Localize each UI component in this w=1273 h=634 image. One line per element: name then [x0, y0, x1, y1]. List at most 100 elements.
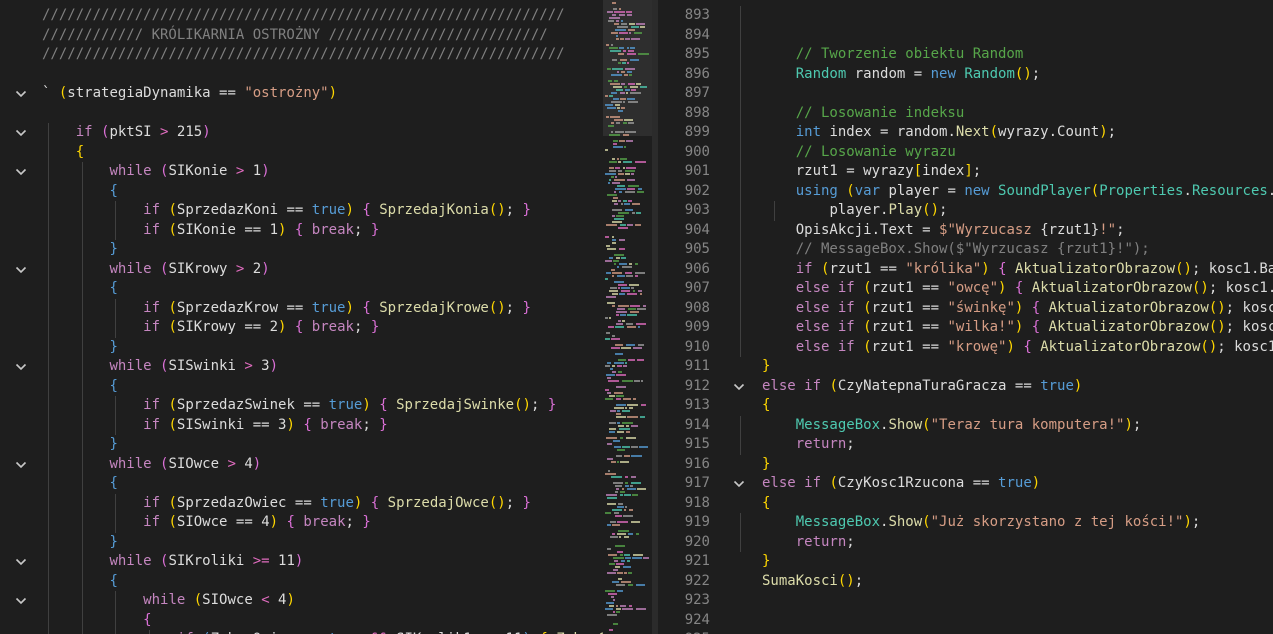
code-line[interactable]: 915 return;	[658, 435, 1273, 455]
minimap-line	[613, 197, 618, 199]
left-editor-pane[interactable]: ////////////////////////////////////////…	[0, 0, 603, 634]
code-line[interactable]: 921}	[658, 552, 1273, 572]
code-line[interactable]: 909 else if (rzut1 == "wilka!") { Aktuali…	[658, 318, 1273, 338]
code-line[interactable]: 923	[658, 591, 1273, 611]
code-line[interactable]: ////////////////////////////////////////…	[0, 6, 603, 26]
code-line[interactable]: while (SIOwce > 4)	[0, 455, 603, 475]
minimap-line	[618, 53, 624, 55]
code-line[interactable]: 912 else if (CzyNatepnaTuraGracza == true…	[658, 377, 1273, 397]
code-line[interactable]: if (SprzedazSwinek == true) { SprzedajSw…	[0, 396, 603, 416]
code-line[interactable]: while (SIKrowy > 2)	[0, 260, 603, 280]
code-token: ;	[1031, 65, 1041, 82]
code-line[interactable]: 910 else if (rzut1 == "krowę") { Aktualiz…	[658, 338, 1273, 358]
code-line[interactable]: ` (strategiaDynamika == "ostrożny")	[0, 84, 603, 104]
code-line[interactable]: 918 {	[658, 494, 1273, 514]
code-line[interactable]: 902 using (var player = new SoundPlayer(P…	[658, 182, 1273, 202]
right-editor-pane[interactable]: 893 894 895 // Tworzenie obiektu Random 896 R…	[658, 0, 1273, 634]
code-line[interactable]: {	[0, 377, 603, 397]
minimap-line	[618, 110, 623, 112]
code-line[interactable]: 908 else if (rzut1 == "świnkę") { Aktuali…	[658, 299, 1273, 319]
code-line[interactable]: //////////// KRÓLIKARNIA OSTROŻNY //////…	[0, 26, 603, 46]
code-line[interactable]: {	[0, 572, 603, 592]
code-line[interactable]: 917 else if (CzyKosc1Rzucona == true)	[658, 474, 1273, 494]
chevron-down-icon[interactable]	[14, 165, 28, 179]
code-line[interactable]	[0, 65, 603, 85]
code-line[interactable]: 914 MessageBox.Show("Teraz tura komputera…	[658, 416, 1273, 436]
code-line[interactable]: while (SIOwce < 4)	[0, 591, 603, 611]
code-line[interactable]: {	[0, 182, 603, 202]
code-line[interactable]: if (SIKonie == 1) { break; }	[0, 221, 603, 241]
code-line[interactable]: }	[0, 435, 603, 455]
minimap-line	[638, 188, 642, 190]
code-line[interactable]: if (pktSI > 215)	[0, 123, 603, 143]
code-text: {	[42, 279, 117, 299]
code-line[interactable]: if (ZakupOwiec == true && SIKrolik1 >= 1…	[0, 630, 603, 634]
code-token: {rzut1}	[1040, 221, 1100, 238]
code-line[interactable]: 911}	[658, 357, 1273, 377]
code-line[interactable]: }	[0, 240, 603, 260]
code-line[interactable]: 922 SumaKosci();	[658, 572, 1273, 592]
code-line[interactable]: 906 if (rzut1 == "królika") { Aktualizato…	[658, 260, 1273, 280]
code-line[interactable]: 919 MessageBox.Show("Już skorzystano z te…	[658, 513, 1273, 533]
minimap-line	[628, 101, 638, 103]
code-token: }	[109, 338, 118, 355]
code-line[interactable]: 925	[658, 630, 1273, 634]
code-line[interactable]: 920 return;	[658, 533, 1273, 553]
chevron-down-icon[interactable]	[732, 477, 746, 491]
minimap-line	[611, 338, 620, 340]
code-token: index	[922, 163, 965, 179]
chevron-down-icon[interactable]	[14, 126, 28, 140]
code-line[interactable]: 898 // Losowanie indeksu	[658, 104, 1273, 124]
chevron-down-icon[interactable]	[14, 594, 28, 608]
code-line[interactable]: {	[0, 143, 603, 163]
chevron-down-icon[interactable]	[14, 360, 28, 374]
code-line[interactable]: {	[0, 279, 603, 299]
chevron-down-icon[interactable]	[14, 263, 28, 277]
indent-guide	[48, 435, 49, 455]
code-token: >	[227, 455, 236, 472]
code-line[interactable]	[0, 104, 603, 124]
code-line[interactable]: {	[0, 474, 603, 494]
chevron-down-icon[interactable]	[14, 555, 28, 569]
code-token: SISwinki	[168, 358, 245, 374]
code-line[interactable]: if (SIOwce == 4) { break; }	[0, 513, 603, 533]
code-line[interactable]: if (SprzedazKrow == true) { SprzedajKrow…	[0, 299, 603, 319]
chevron-down-icon[interactable]	[14, 87, 28, 101]
code-line[interactable]: 894	[658, 26, 1273, 46]
code-line[interactable]: while (SISwinki > 3)	[0, 357, 603, 377]
code-line[interactable]: 916}	[658, 455, 1273, 475]
code-token: ==	[922, 319, 948, 335]
code-line[interactable]: {	[0, 611, 603, 631]
minimap-line	[605, 104, 613, 106]
code-line[interactable]: 896 Random random = new Random();	[658, 65, 1273, 85]
code-line[interactable]: if (SIKrowy == 2) { break; }	[0, 318, 603, 338]
code-line[interactable]: if (SprzedazOwiec == true) { SprzedajOwc…	[0, 494, 603, 514]
code-line[interactable]: 901 rzut1 = wyrazy[index];	[658, 162, 1273, 182]
code-line[interactable]: 899 int index = random.Next(wyrazy.Count)…	[658, 123, 1273, 143]
minimap-line	[615, 29, 626, 31]
code-line[interactable]: 900 // Losowanie wyrazu	[658, 143, 1273, 163]
code-line[interactable]: 913 {	[658, 396, 1273, 416]
code-token: ()	[922, 202, 940, 218]
chevron-down-icon[interactable]	[732, 380, 746, 394]
code-line[interactable]: 924	[658, 611, 1273, 631]
minimap-line	[613, 569, 618, 571]
code-line[interactable]: ////////////////////////////////////////…	[0, 45, 603, 65]
code-line[interactable]: 897	[658, 84, 1273, 104]
code-line[interactable]: if (SprzedazKoni == true) { SprzedajKoni…	[0, 201, 603, 221]
code-line[interactable]: }	[0, 533, 603, 553]
code-line[interactable]: 903 player.Play();	[658, 201, 1273, 221]
minimap[interactable]	[603, 0, 652, 634]
code-line[interactable]: 895 // Tworzenie obiektu Random	[658, 45, 1273, 65]
line-number: 903	[684, 202, 710, 218]
code-line[interactable]: while (SIKroliki >= 11)	[0, 552, 603, 572]
code-line[interactable]: if (SISwinki == 3) { break; }	[0, 416, 603, 436]
code-line[interactable]: 905 // MessageBox.Show($"Wyrzucasz {rzut1…	[658, 240, 1273, 260]
chevron-down-icon[interactable]	[14, 458, 28, 472]
minimap-line	[617, 572, 623, 574]
code-line[interactable]: }	[0, 338, 603, 358]
code-line[interactable]: 907 else if (rzut1 == "owcę") { Aktualiza…	[658, 279, 1273, 299]
code-line[interactable]: 904 OpisAkcji.Text = $"Wyrzucasz {rzut1}!…	[658, 221, 1273, 241]
code-line[interactable]: 893	[658, 6, 1273, 26]
code-line[interactable]: while (SIKonie > 1)	[0, 162, 603, 182]
